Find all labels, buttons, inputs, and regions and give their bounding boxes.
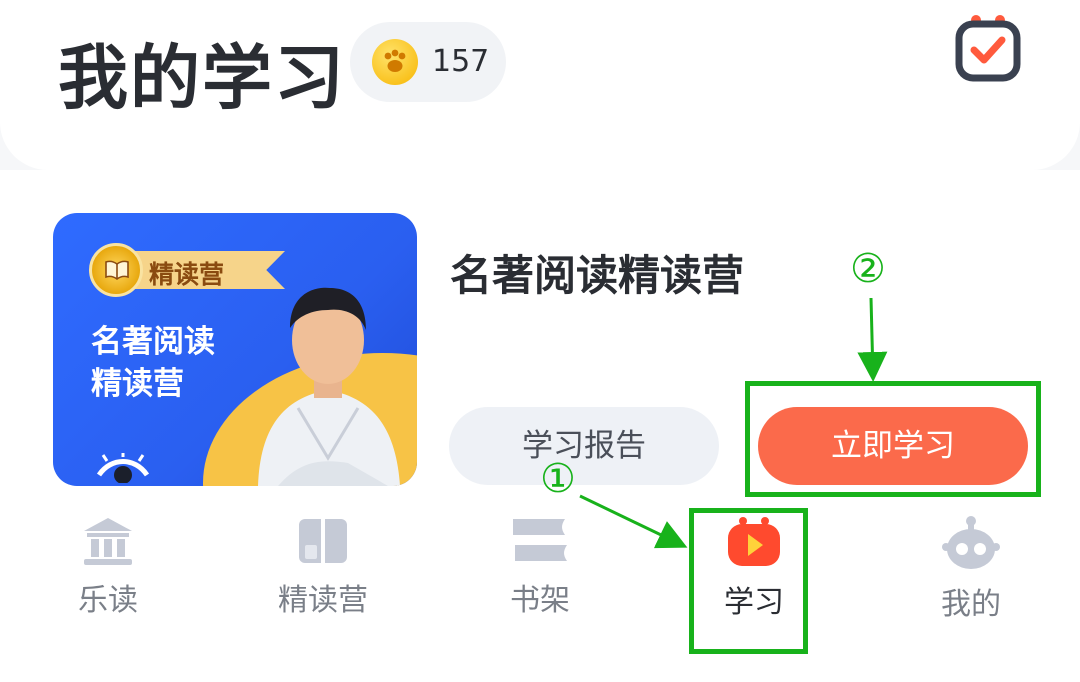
annotation-step-2: ② <box>850 246 886 292</box>
annotation-box-nav-xuexi <box>689 508 808 654</box>
annotation-arrows <box>579 297 888 549</box>
annotation-box-start-study <box>745 381 1041 497</box>
annotation-step-1: ① <box>540 456 576 502</box>
